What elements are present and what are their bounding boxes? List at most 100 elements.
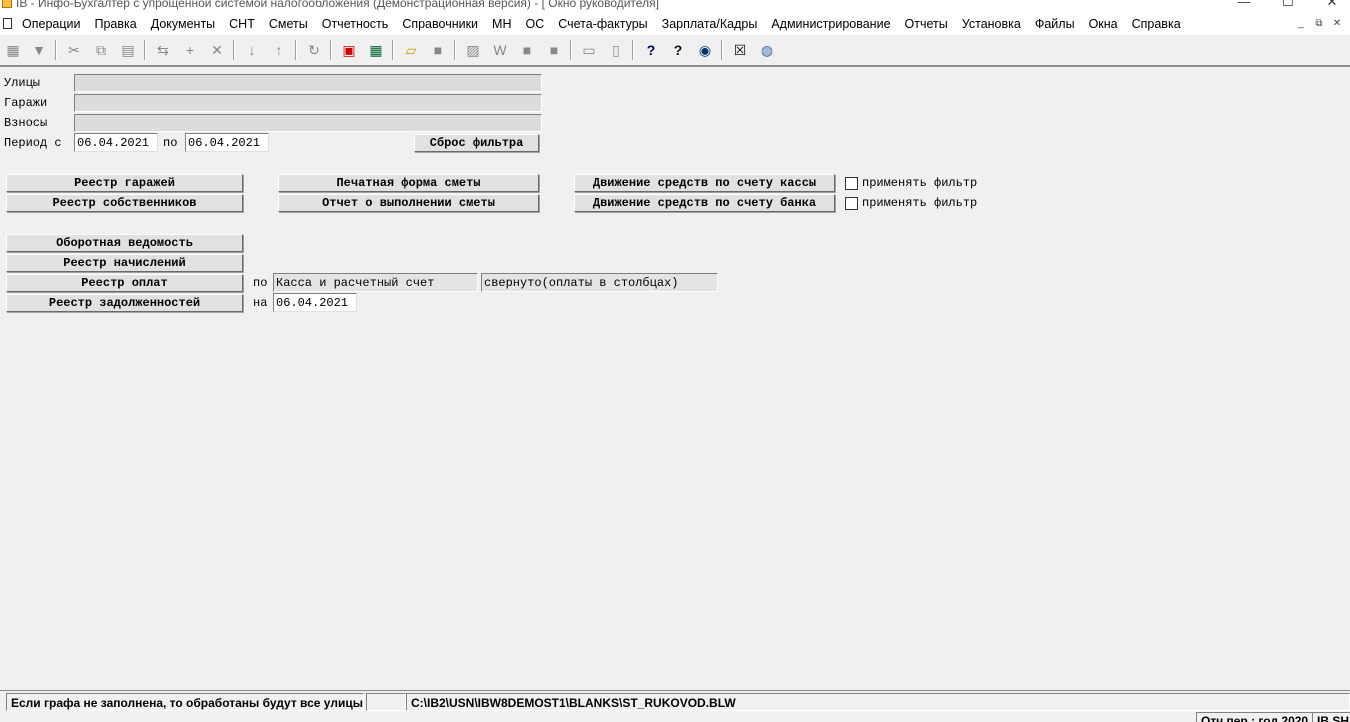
- menu-payroll[interactable]: Зарплата/Кадры: [662, 17, 758, 31]
- add-icon: +: [185, 42, 195, 58]
- toolbar-button-2[interactable]: ✂: [63, 39, 85, 61]
- document-icon[interactable]: [3, 18, 12, 29]
- payments-by-select[interactable]: Касса и расчетный счет: [273, 273, 478, 292]
- toolbar-button-6[interactable]: +: [179, 39, 201, 61]
- menu-help[interactable]: Справка: [1132, 17, 1181, 31]
- toolbar-button-22[interactable]: ?: [667, 39, 689, 61]
- apply-filter-cash-checkbox[interactable]: [845, 177, 858, 190]
- bank-account-movement-button[interactable]: Движение средств по счету банка: [574, 194, 835, 212]
- toolbar-separator: [233, 40, 235, 60]
- close-button[interactable]: ✕: [1320, 0, 1344, 10]
- menu-mn[interactable]: МН: [492, 17, 511, 31]
- menu-snt[interactable]: СНТ: [229, 17, 255, 31]
- accruals-registry-button[interactable]: Реестр начислений: [6, 254, 243, 272]
- toolbar-button-12[interactable]: ▦: [365, 39, 387, 61]
- menu-edit[interactable]: Правка: [94, 17, 136, 31]
- table-icon: ■: [549, 42, 559, 58]
- fees-label: Взносы: [4, 116, 48, 130]
- toolbar-button-1[interactable]: ▼: [28, 39, 50, 61]
- maximize-button[interactable]: ☐: [1276, 0, 1300, 10]
- menu-setup[interactable]: Установка: [962, 17, 1021, 31]
- toolbar-button-19[interactable]: ▭: [578, 39, 600, 61]
- menu-directories[interactable]: Справочники: [402, 17, 478, 31]
- turnover-statement-button[interactable]: Оборотная ведомость: [6, 234, 243, 252]
- apply-filter-bank-checkbox[interactable]: [845, 197, 858, 210]
- sort-az-icon: ↓: [248, 42, 256, 58]
- menu-operations[interactable]: Операции: [22, 17, 80, 31]
- toolbar-button-21[interactable]: ?: [640, 39, 662, 61]
- toolbar-button-8[interactable]: ↓: [241, 39, 263, 61]
- apply-filter-bank-label: применять фильтр: [862, 196, 978, 210]
- toolbar-button-7[interactable]: ✕: [206, 39, 228, 61]
- toolbar-button-16[interactable]: W: [489, 39, 511, 61]
- payments-view-select[interactable]: свернуто(оплаты в столбцах): [481, 273, 718, 292]
- streets-label: Улицы: [4, 76, 41, 90]
- mdi-minimize-button[interactable]: _: [1294, 16, 1308, 30]
- fees-field[interactable]: [74, 114, 542, 132]
- menu-estimates[interactable]: Сметы: [269, 17, 308, 31]
- toolbar-button-3[interactable]: ⧉: [90, 39, 112, 61]
- calculator-icon: ▦: [369, 41, 383, 58]
- help-icon: ?: [646, 42, 656, 58]
- mdi-close-button[interactable]: ✕: [1330, 16, 1344, 30]
- refresh-icon: ↻: [308, 41, 320, 58]
- toolbar-button-13[interactable]: ▱: [400, 39, 422, 61]
- debts-registry-button[interactable]: Реестр задолженностей: [6, 294, 243, 312]
- filter-icon: ▼: [32, 42, 46, 58]
- toolbar-button-17[interactable]: ■: [516, 39, 538, 61]
- menu-invoices[interactable]: Счета-фактуры: [558, 17, 647, 31]
- toolbar-button-0[interactable]: ▦: [2, 39, 24, 61]
- toolbar-separator: [454, 40, 456, 60]
- paste-icon: ▤: [121, 41, 135, 58]
- debts-on-date-input[interactable]: 06.04.2021: [273, 293, 357, 312]
- toolbar-separator: [632, 40, 634, 60]
- word-icon: W: [493, 42, 507, 58]
- debts-on-label: на: [253, 296, 268, 310]
- mdi-restore-button[interactable]: ⧉: [1312, 16, 1326, 30]
- preview-icon: ▯: [612, 41, 620, 58]
- toolbar-button-14[interactable]: ■: [427, 39, 449, 61]
- toolbar-button-24[interactable]: ☒: [729, 39, 751, 61]
- minimize-button[interactable]: —: [1232, 0, 1256, 10]
- menu-reports[interactable]: Отчеты: [905, 17, 948, 31]
- menu-files[interactable]: Файлы: [1035, 17, 1075, 31]
- toolbar-button-4[interactable]: ▤: [117, 39, 139, 61]
- toolbar-button-11[interactable]: ▣: [338, 39, 360, 61]
- period-to-input[interactable]: 06.04.2021: [185, 133, 269, 152]
- toolbar-button-23[interactable]: ◉: [694, 39, 716, 61]
- sort-za-icon: ↑: [275, 42, 283, 58]
- close-window-icon: ☒: [733, 41, 747, 58]
- period-to-label: по: [163, 136, 178, 150]
- menu-os[interactable]: ОС: [526, 17, 545, 31]
- garages-registry-button[interactable]: Реестр гаражей: [6, 174, 243, 192]
- menu-documents[interactable]: Документы: [151, 17, 215, 31]
- menu-windows[interactable]: Окна: [1089, 17, 1118, 31]
- toolbar-button-15[interactable]: ▨: [462, 39, 484, 61]
- toolbar-button-5[interactable]: ⇆: [152, 39, 174, 61]
- toolbar-button-18[interactable]: ■: [543, 39, 565, 61]
- menu-reporting[interactable]: Отчетность: [322, 17, 389, 31]
- owners-registry-button[interactable]: Реестр собственников: [6, 194, 243, 212]
- period-from-input[interactable]: 06.04.2021: [74, 133, 158, 152]
- toolbar-button-20[interactable]: ▯: [605, 39, 627, 61]
- app-icon: [2, 0, 12, 8]
- menu-administration[interactable]: Администрирование: [771, 17, 890, 31]
- toolbar-button-9[interactable]: ↑: [268, 39, 290, 61]
- streets-field[interactable]: [74, 74, 542, 92]
- copy-icon: ⧉: [96, 41, 106, 58]
- payments-registry-button[interactable]: Реестр оплат: [6, 274, 243, 292]
- estimate-execution-report-button[interactable]: Отчет о выполнении сметы: [278, 194, 539, 212]
- grid-view-icon: ▦: [6, 41, 20, 58]
- export-icon: ▨: [466, 41, 480, 58]
- reset-filter-button[interactable]: Сброс фильтра: [414, 134, 539, 152]
- toolbar-button-10[interactable]: ↻: [303, 39, 325, 61]
- pdf-icon: ▣: [342, 41, 356, 58]
- printer-icon: ▭: [582, 41, 596, 58]
- payments-by-label: по: [253, 276, 268, 290]
- cash-account-movement-button[interactable]: Движение средств по счету кассы: [574, 174, 835, 192]
- toolbar-button-25[interactable]: ◍: [756, 39, 778, 61]
- apply-filter-cash-label: применять фильтр: [862, 176, 978, 190]
- estimate-print-form-button[interactable]: Печатная форма сметы: [278, 174, 539, 192]
- open-folder-icon: ▱: [405, 41, 417, 58]
- garages-field[interactable]: [74, 94, 542, 112]
